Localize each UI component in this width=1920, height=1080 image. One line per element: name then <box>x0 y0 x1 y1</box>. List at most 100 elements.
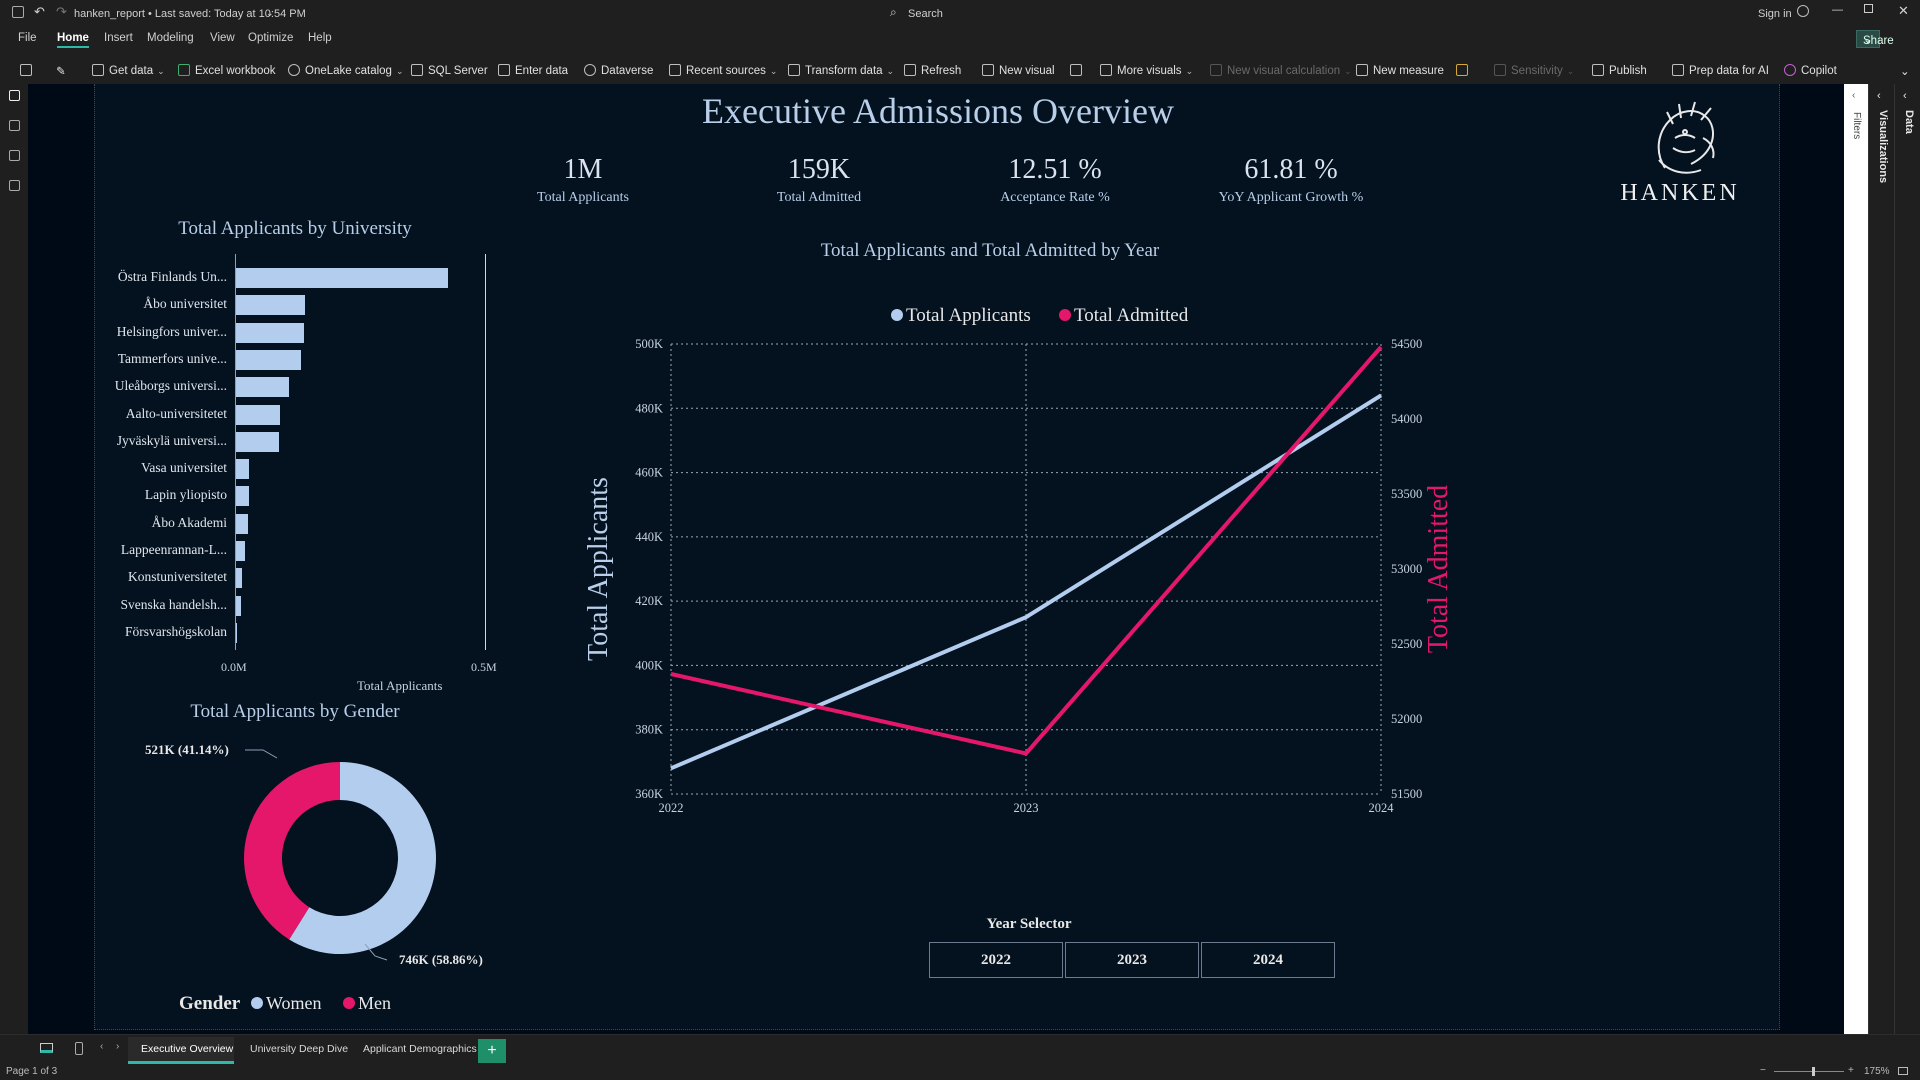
dataverse-button[interactable]: Dataverse <box>584 64 653 77</box>
year-button-2023[interactable]: 2023 <box>1065 942 1199 978</box>
year-button-2024[interactable]: 2024 <box>1201 942 1335 978</box>
menu-home[interactable]: Home <box>57 32 89 48</box>
tab-university-deep-dive[interactable]: University Deep Dive <box>250 1043 348 1055</box>
tab-applicant-demographics[interactable]: Applicant Demographics <box>363 1043 477 1055</box>
search-icon[interactable]: ⌕ <box>890 5 897 20</box>
prev-page-icon[interactable]: ‹ <box>100 1041 103 1052</box>
bar-chart-applicants-by-university[interactable]: Östra Finlands Un... Åbo universitet Helsi… <box>95 254 535 693</box>
kpi-card-total-applicants[interactable]: 1M Total Applicants <box>473 154 693 206</box>
redo-icon[interactable]: ↷ <box>56 4 67 20</box>
bar[interactable] <box>235 431 279 452</box>
zoom-slider-handle[interactable] <box>1812 1067 1815 1076</box>
menu-help[interactable]: Help <box>308 32 332 44</box>
quick-measure-icon[interactable] <box>1456 64 1473 77</box>
data-pane[interactable]: ‹ Data <box>1894 84 1920 1034</box>
kpi-card-acceptance-rate[interactable]: 12.51 % Acceptance Rate % <box>945 154 1165 206</box>
x-axis-tick: 2023 <box>1014 801 1039 815</box>
chevron-left-icon[interactable]: ‹ <box>1903 90 1907 102</box>
menu-file[interactable]: File <box>18 32 37 44</box>
line-chart-applicants-admitted-by-year[interactable]: 360K 380K 400K 420K 440K 460K 480K 500K 51500 520… <box>565 274 1505 834</box>
new-measure-button[interactable]: New measure <box>1356 64 1444 77</box>
kpi-value: 1M <box>563 154 603 185</box>
menu-view[interactable]: View <box>210 32 235 44</box>
chevron-down-icon[interactable]: ⌄ <box>266 8 274 19</box>
kpi-label: Total Admitted <box>776 190 862 205</box>
add-page-button[interactable]: + <box>478 1039 506 1063</box>
menu-optimize[interactable]: Optimize <box>248 32 293 44</box>
x-axis-tick: 2024 <box>1369 801 1395 815</box>
bar[interactable] <box>235 513 248 534</box>
undo-icon[interactable]: ↶ <box>34 4 45 20</box>
share-button[interactable]: Share ⌄ <box>1856 30 1894 48</box>
bar[interactable] <box>235 486 249 507</box>
bar[interactable] <box>235 322 304 343</box>
bar-category-label: Helsingfors univer... <box>116 323 227 339</box>
y-axis-tick-left: 440K <box>635 530 663 544</box>
account-icon[interactable] <box>1797 5 1809 17</box>
mercury-head-icon <box>1657 101 1715 174</box>
legend-dot <box>891 309 903 321</box>
recent-sources-button[interactable]: Recent sources ⌄ <box>669 64 777 77</box>
fit-to-page-icon[interactable] <box>1898 1067 1908 1075</box>
refresh-button[interactable]: Refresh <box>904 64 961 77</box>
bar-category-label: Östra Finlands Un... <box>117 269 227 284</box>
donut-chart-applicants-by-gender[interactable]: 746K (58.86%) 521K (41.14%) Gender Women Men <box>95 734 535 1024</box>
bar[interactable] <box>235 295 305 316</box>
zoom-out-icon[interactable]: − <box>1760 1065 1766 1076</box>
visualizations-pane[interactable]: ‹ Visualizations <box>1868 84 1894 1034</box>
donut-slice-men[interactable] <box>244 762 340 940</box>
save-icon[interactable] <box>12 6 24 18</box>
zoom-slider[interactable] <box>1774 1071 1844 1072</box>
menu-insert[interactable]: Insert <box>104 32 133 44</box>
table-view-icon[interactable] <box>9 120 20 131</box>
excel-workbook-button[interactable]: Excel workbook <box>178 64 276 77</box>
bar[interactable] <box>235 377 289 398</box>
tab-executive-overview[interactable]: Executive Overview <box>141 1043 233 1055</box>
sql-server-button[interactable]: SQL Server <box>411 64 488 77</box>
series-line-total-applicants[interactable] <box>670 393 1383 771</box>
kpi-card-total-admitted[interactable]: 159K Total Admitted <box>709 154 929 206</box>
mobile-layout-icon[interactable] <box>75 1042 83 1055</box>
year-button-2022[interactable]: 2022 <box>929 942 1063 978</box>
maximize-icon[interactable] <box>1864 4 1873 13</box>
new-visual-calculation-button: New visual calculation ⌄ <box>1210 64 1352 77</box>
bar-x-axis-label: Total Applicants <box>357 678 443 693</box>
enter-data-button[interactable]: Enter data <box>498 64 568 77</box>
close-icon[interactable]: ✕ <box>1898 3 1909 19</box>
text-box-icon[interactable] <box>1070 64 1087 77</box>
format-painter-icon[interactable]: ✎ <box>56 64 66 78</box>
minimize-icon[interactable]: — <box>1832 4 1843 16</box>
bar-chart-icon <box>982 64 994 76</box>
bar[interactable] <box>235 349 301 370</box>
bar[interactable] <box>235 541 245 561</box>
get-data-button[interactable]: Get data ⌄ <box>92 64 165 77</box>
collapse-ribbon-icon[interactable]: ⌄ <box>1900 64 1910 78</box>
bar[interactable] <box>235 459 249 480</box>
new-visual-button[interactable]: New visual <box>982 64 1055 77</box>
transform-data-button[interactable]: Transform data ⌄ <box>788 64 894 77</box>
menu-modeling[interactable]: Modeling <box>147 32 194 44</box>
dataverse-label: Dataverse <box>601 65 654 77</box>
onelake-button[interactable]: OneLake catalog ⌄ <box>288 64 404 77</box>
publish-button[interactable]: Publish <box>1592 64 1647 77</box>
kpi-card-yoy-growth[interactable]: 61.81 % YoY Applicant Growth % <box>1181 154 1401 206</box>
bar[interactable] <box>235 404 280 425</box>
prep-data-ai-button[interactable]: Prep data for AI <box>1672 64 1769 77</box>
recent-icon <box>669 64 681 76</box>
chevron-left-icon[interactable]: ‹ <box>1877 90 1881 102</box>
search-input[interactable]: Search <box>908 8 943 20</box>
chevron-left-icon[interactable]: ‹ <box>1852 90 1855 101</box>
sign-in-link[interactable]: Sign in <box>1758 8 1792 20</box>
next-page-icon[interactable]: › <box>116 1041 119 1052</box>
model-view-icon[interactable] <box>9 150 20 161</box>
desktop-layout-icon[interactable] <box>40 1043 53 1053</box>
report-view-icon[interactable] <box>9 90 20 101</box>
legend-dot <box>343 997 355 1009</box>
more-visuals-button[interactable]: More visuals ⌄ <box>1100 64 1193 77</box>
bar[interactable] <box>235 268 448 288</box>
dax-query-view-icon[interactable] <box>9 180 20 191</box>
zoom-in-icon[interactable]: + <box>1848 1065 1854 1076</box>
paste-icon[interactable] <box>20 64 37 77</box>
filters-pane[interactable]: ‹ Filters <box>1844 84 1868 1034</box>
copilot-button[interactable]: Copilot <box>1784 64 1837 77</box>
